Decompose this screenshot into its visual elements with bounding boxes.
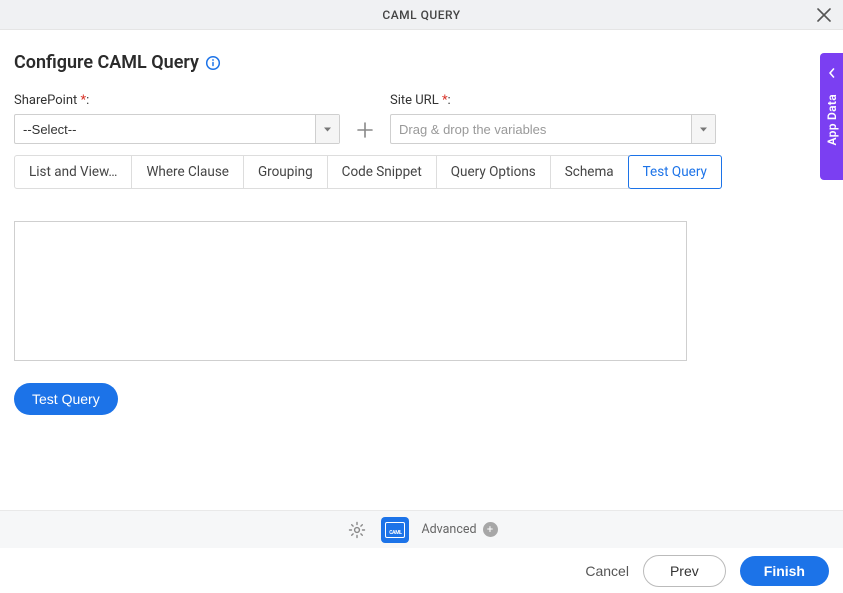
page-title-row: Configure CAML Query — [14, 52, 829, 73]
caml-query-icon[interactable]: CAML — [381, 517, 409, 543]
field-site-url: Site URL *: — [390, 93, 716, 145]
query-textarea[interactable] — [14, 221, 687, 361]
tabs: List and View…Where ClauseGroupingCode S… — [14, 155, 829, 189]
tab-schema[interactable]: Schema — [550, 155, 629, 189]
footer-toolbar: CAML Advanced + — [0, 510, 843, 548]
test-query-button[interactable]: Test Query — [14, 383, 118, 415]
tab-query-options[interactable]: Query Options — [436, 155, 551, 189]
sharepoint-label: SharePoint *: — [14, 93, 340, 108]
footer: CAML Advanced + Cancel Prev Finish — [0, 510, 843, 593]
info-icon[interactable] — [205, 55, 221, 71]
chevron-down-icon[interactable] — [691, 115, 715, 143]
site-url-input[interactable] — [391, 122, 691, 137]
finish-button[interactable]: Finish — [740, 556, 829, 586]
plus-circle-icon: + — [483, 522, 498, 537]
prev-button[interactable]: Prev — [643, 555, 726, 587]
sharepoint-select-value[interactable] — [15, 122, 315, 137]
tab-list-and-view[interactable]: List and View… — [14, 155, 132, 189]
tab-grouping[interactable]: Grouping — [243, 155, 328, 189]
tab-code-snippet[interactable]: Code Snippet — [327, 155, 437, 189]
advanced-label: Advanced — [421, 522, 476, 537]
fields-row: SharePoint *: Site URL *: — [14, 93, 829, 145]
site-url-label: Site URL *: — [390, 93, 716, 108]
footer-actions: Cancel Prev Finish — [0, 548, 843, 593]
site-url-select[interactable] — [390, 114, 716, 144]
dialog-header: CAML QUERY — [0, 0, 843, 30]
dialog-title: CAML QUERY — [382, 8, 460, 22]
add-button[interactable] — [350, 115, 380, 145]
gear-icon[interactable] — [345, 518, 369, 542]
cancel-button[interactable]: Cancel — [585, 563, 629, 579]
content-area: Configure CAML Query SharePoint *: Site … — [0, 30, 843, 510]
tab-test-query[interactable]: Test Query — [628, 155, 722, 189]
field-sharepoint: SharePoint *: — [14, 93, 340, 145]
advanced-toggle[interactable]: Advanced + — [421, 522, 497, 537]
page-title: Configure CAML Query — [14, 52, 199, 73]
chevron-down-icon[interactable] — [315, 115, 339, 143]
caml-badge-label: CAML — [385, 522, 405, 538]
sharepoint-select[interactable] — [14, 114, 340, 144]
tab-where-clause[interactable]: Where Clause — [131, 155, 244, 189]
close-icon[interactable] — [815, 6, 833, 24]
